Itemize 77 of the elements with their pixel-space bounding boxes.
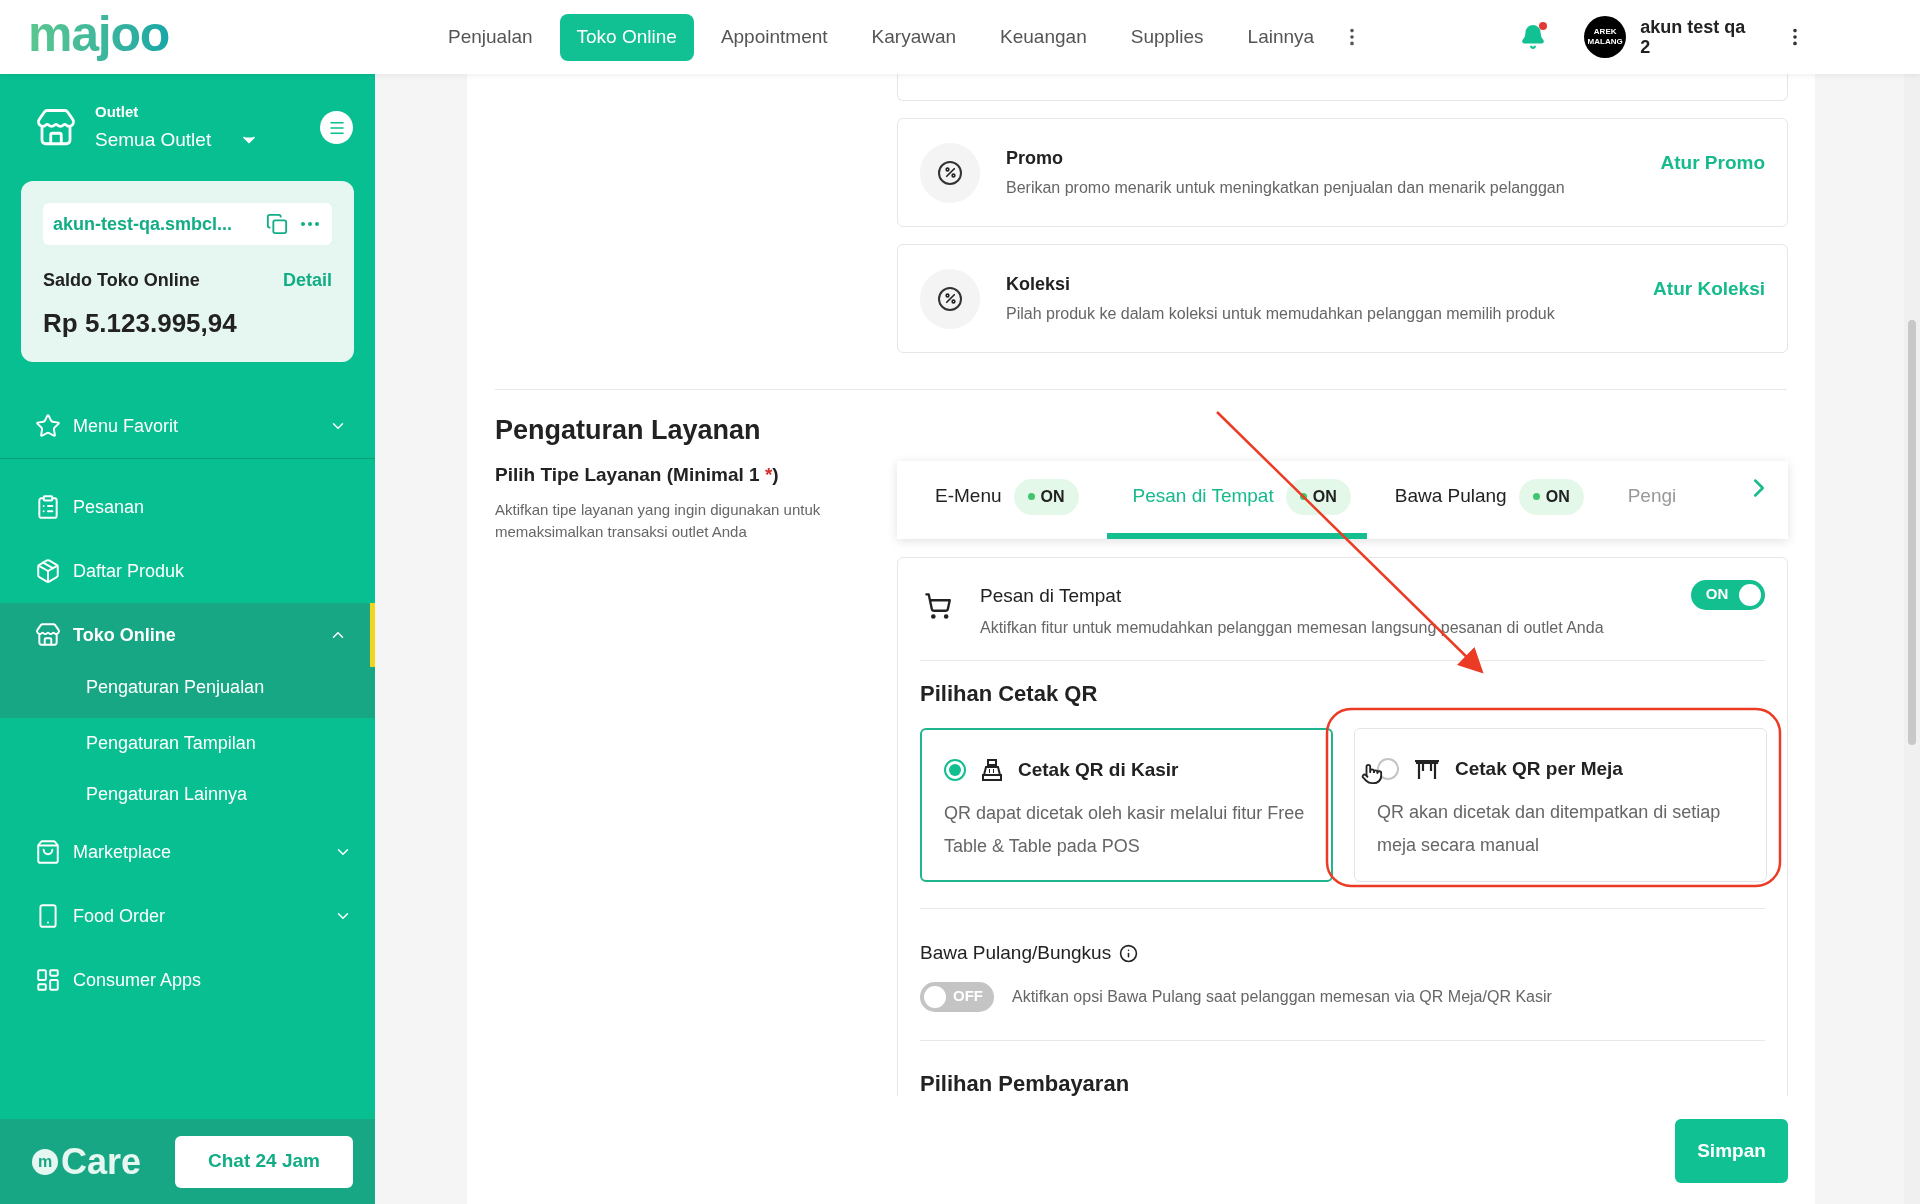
- care-logo-text: Care: [61, 1139, 142, 1184]
- cart-icon: [924, 591, 952, 620]
- store-url: akun-test-qa.smbcl...: [53, 212, 233, 236]
- avatar-text: AREK MALANG: [1587, 27, 1624, 47]
- service-tab[interactable]: Pesan di Tempat ON: [1106, 460, 1367, 539]
- panel-title: Pesan di Tempat: [980, 583, 1123, 608]
- balance-amount: Rp 5.123.995,94: [43, 307, 238, 340]
- sidebar-item[interactable]: Consumer Apps: [0, 948, 375, 1012]
- sidebar-item[interactable]: Pesanan: [0, 475, 375, 539]
- sidebar-item[interactable]: Daftar Produk: [0, 539, 375, 603]
- submenu-item[interactable]: Pengaturan Lainnya: [0, 769, 375, 820]
- feature-title: Koleksi: [1006, 273, 1072, 296]
- service-tab[interactable]: Pengi: [1611, 460, 1693, 539]
- service-tab[interactable]: E-Menu ON: [919, 460, 1095, 539]
- bell-icon[interactable]: [1520, 24, 1547, 50]
- toggle-label: OFF: [952, 986, 984, 1007]
- payment-title: Pilihan Pembayaran: [920, 1069, 1131, 1096]
- clipboard-icon: [35, 494, 61, 520]
- toggle-switch[interactable]: ON: [1691, 579, 1765, 610]
- takeaway-title: Bawa Pulang/Bungkus: [920, 941, 1112, 965]
- balance-label: Saldo Toko Online: [43, 269, 200, 292]
- scrollbar-thumb[interactable]: [1908, 320, 1916, 745]
- field-label: Pilih Tipe Layanan (Minimal 1 *): [495, 462, 780, 487]
- bag-icon: [35, 839, 61, 865]
- nav-tab[interactable]: Supplies: [1113, 13, 1221, 61]
- sidebar-item[interactable]: Toko Online: [0, 603, 370, 667]
- toggle-switch[interactable]: OFF: [920, 981, 994, 1012]
- nav-tab[interactable]: Penjualan: [431, 13, 550, 61]
- submenu-item[interactable]: Pengaturan Tampilan: [0, 718, 375, 769]
- nav-tab[interactable]: Keuangan: [983, 13, 1104, 61]
- feature-link[interactable]: Atur Promo: [1660, 149, 1765, 178]
- sidebar-item[interactable]: Marketplace: [0, 820, 375, 884]
- user-name[interactable]: akun test qa 2: [1640, 17, 1759, 57]
- takeaway-description: Aktifkan opsi Bawa Pulang saat pelanggan memesan via QR Meja/QR Kasir: [1012, 986, 1552, 1007]
- grid-icon: [35, 967, 61, 993]
- info-icon[interactable]: [1119, 943, 1139, 963]
- service-tab[interactable]: Bawa Pulang ON: [1378, 460, 1600, 539]
- favorite-menu[interactable]: Menu Favorit: [0, 398, 375, 454]
- feature-description: Pilah produk ke dalam koleksi untuk memudahkan pelanggan memilih produk: [1006, 304, 1555, 324]
- package-icon: [35, 558, 61, 584]
- nav-tab[interactable]: Lainnya: [1230, 13, 1332, 61]
- copy-icon[interactable]: [266, 213, 288, 235]
- star-icon: [35, 413, 61, 439]
- care-logo-mark: m: [32, 1148, 58, 1175]
- section-title: Pengaturan Layanan: [495, 414, 762, 447]
- table-icon: [1413, 757, 1441, 782]
- option-title: Cetak QR per Meja: [1455, 757, 1623, 781]
- feature-title: Promo: [1006, 147, 1064, 170]
- hand-cursor-icon: [1361, 763, 1383, 785]
- status-pill: ON: [1013, 478, 1079, 515]
- outlet-select[interactable]: Semua Outlet: [95, 125, 260, 154]
- cash-register-icon: [980, 758, 1004, 783]
- nav-tab[interactable]: Toko Online: [559, 13, 694, 61]
- qr-option-card[interactable]: Cetak QR di Kasir QR dapat dicetak oleh kasir melalui fitur Free Table & Table pada POS: [920, 728, 1333, 882]
- toggle-label: ON: [1704, 584, 1730, 605]
- sidebar-item[interactable]: Food Order: [0, 884, 375, 948]
- status-pill: ON: [1518, 478, 1584, 515]
- feature-link[interactable]: Atur Koleksi: [1653, 275, 1765, 304]
- option-description: QR akan dicetak dan ditempatkan di setiap meja secara manual: [1377, 800, 1722, 857]
- radio-button[interactable]: [944, 759, 966, 782]
- collapse-button[interactable]: [320, 111, 353, 144]
- nav-tab[interactable]: Appointment: [703, 13, 845, 61]
- store-icon: [35, 622, 61, 648]
- chat-button[interactable]: Chat 24 Jam: [175, 1135, 353, 1188]
- outlet-label: Outlet: [95, 102, 140, 122]
- field-description: Aktifkan tipe layanan yang ingin digunakan untuk memaksimalkan transaksi outlet Anda: [495, 500, 822, 542]
- option-description: QR dapat dicetak oleh kasir melalui fitur Free Table & Table pada POS: [944, 801, 1306, 858]
- detail-link[interactable]: Detail: [282, 267, 332, 294]
- option-title: Cetak QR di Kasir: [1018, 758, 1179, 782]
- url-field[interactable]: akun-test-qa.smbcl...: [43, 203, 332, 245]
- nav-tab[interactable]: Karyawan: [854, 13, 974, 61]
- avatar[interactable]: AREK MALANG: [1584, 16, 1627, 58]
- qr-title: Pilihan Cetak QR: [920, 680, 1099, 708]
- save-button[interactable]: Simpan: [1675, 1119, 1788, 1183]
- feature-description: Berikan promo menarik untuk meningkatkan penjualan dan menarik pelanggan: [1006, 178, 1565, 198]
- status-pill: ON: [1285, 478, 1351, 515]
- panel-description: Aktifkan fitur untuk memudahkan pelanggan memesan langsung pesanan di outlet Anda: [980, 618, 1604, 638]
